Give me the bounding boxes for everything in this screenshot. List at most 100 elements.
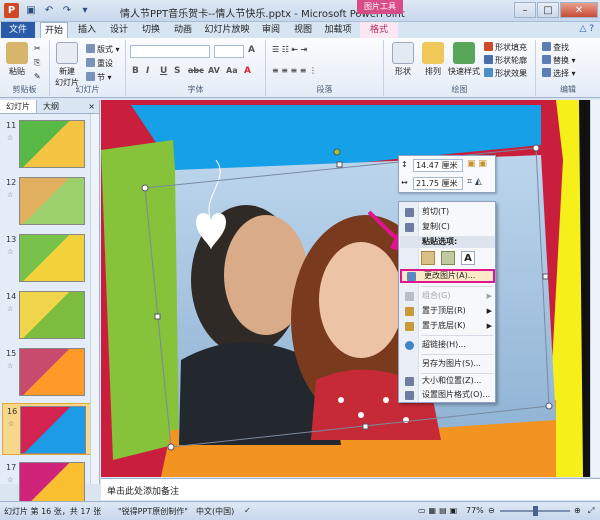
redo-icon[interactable]: ↷	[60, 4, 74, 18]
width-input[interactable]: 21.75 厘米	[413, 177, 463, 190]
menu-item-copy[interactable]: 复制(C)	[400, 220, 495, 234]
tab-review[interactable]: 审阅	[258, 22, 284, 38]
menu-item-hyperlink[interactable]: 超链接(H)...	[400, 338, 495, 352]
save-icon[interactable]: ▣	[24, 4, 38, 18]
group-label: 绘图	[451, 85, 468, 94]
slide-preview	[19, 177, 85, 225]
font-size-combo[interactable]	[214, 45, 244, 58]
qat-dropdown-icon[interactable]: ▾	[78, 4, 92, 18]
paste-picture-icon[interactable]	[441, 251, 455, 265]
fit-window-icon[interactable]: ⤢	[588, 506, 594, 516]
tab-outline[interactable]: 大纲	[37, 100, 65, 113]
grow-font-icon[interactable]: A	[248, 45, 255, 55]
menu-item-bring-to-front[interactable]: 置于顶层(R) ▶	[400, 304, 495, 318]
reset-button[interactable]: 重设	[86, 58, 113, 69]
tab-view[interactable]: 视图	[290, 22, 316, 38]
paste-text-only-icon[interactable]: A	[461, 251, 475, 265]
font-color-button[interactable]: A	[244, 66, 251, 76]
slide-thumbnail[interactable]: 15 ☆	[2, 346, 96, 398]
italic-button[interactable]: I	[146, 66, 149, 76]
paste-button[interactable]: 粘贴	[2, 42, 32, 77]
underline-button[interactable]: U	[160, 66, 167, 76]
shapes-button[interactable]: 形状	[388, 42, 418, 77]
tab-transitions[interactable]: 切换	[138, 22, 164, 38]
spacing-button[interactable]: AV	[208, 66, 220, 75]
format-painter-icon[interactable]: ✎	[34, 72, 41, 81]
bring-forward-icon[interactable]: ▣ ▣	[467, 159, 487, 169]
select-button[interactable]: 选择 ▾	[542, 68, 576, 79]
slide-thumbnail[interactable]: 14 ☆	[2, 289, 96, 341]
tab-addins[interactable]: 加载项	[322, 22, 354, 38]
resize-handle[interactable]	[545, 402, 553, 410]
tab-slideshow[interactable]: 幻灯片放映	[202, 22, 252, 38]
powerpoint-icon[interactable]: P	[4, 3, 19, 18]
minimize-button[interactable]: –	[514, 2, 536, 18]
slide-thumbnail[interactable]: 13 ☆	[2, 232, 96, 284]
pane-scrollbar[interactable]	[90, 114, 99, 484]
resize-handle[interactable]	[542, 273, 549, 280]
shape-effects-button[interactable]: 形状效果	[484, 68, 527, 79]
layout-button[interactable]: 版式 ▾	[86, 44, 120, 55]
zoom-level[interactable]: 77%	[466, 506, 484, 515]
view-buttons[interactable]: ▭▦▤▣	[418, 506, 460, 515]
resize-handle[interactable]	[362, 423, 369, 430]
zoom-out-icon[interactable]: ⊖	[488, 506, 495, 515]
change-case-button[interactable]: Aa	[226, 66, 238, 75]
shape-fill-button[interactable]: 形状填充	[484, 42, 527, 53]
spell-check-icon[interactable]: ✓	[244, 506, 251, 515]
tab-design[interactable]: 设计	[106, 22, 132, 38]
tab-home[interactable]: 开始	[40, 22, 68, 38]
close-pane-icon[interactable]: ×	[84, 100, 99, 113]
find-button[interactable]: 查找	[542, 42, 569, 53]
tab-insert[interactable]: 插入	[74, 22, 100, 38]
menu-item-size-position[interactable]: 大小和位置(Z)...	[400, 374, 495, 388]
menu-item-cut[interactable]: 剪切(T)	[400, 205, 495, 219]
section-button[interactable]: 节 ▾	[86, 72, 112, 83]
tab-slides[interactable]: 幻灯片	[0, 100, 37, 113]
align-icon[interactable]: ≡ ≡ ≡ ≡ ⋮	[272, 66, 317, 75]
undo-icon[interactable]: ↶	[42, 4, 56, 18]
zoom-in-icon[interactable]: ⊕	[574, 506, 581, 515]
bullets-icon[interactable]: ☰ ☷ ⇤ ⇥	[272, 45, 307, 54]
menu-item-send-to-back[interactable]: 置于底层(K) ▶	[400, 319, 495, 333]
slide-thumbnail[interactable]: 11 ☆	[2, 118, 96, 170]
canvas-scrollbar[interactable]	[590, 100, 600, 477]
crop-icon[interactable]: ⌗ ◭	[467, 177, 482, 187]
quick-styles-button[interactable]: 快速样式	[446, 42, 482, 77]
help-icon[interactable]: △ ?	[579, 24, 594, 34]
shadow-button[interactable]: S	[174, 66, 180, 76]
resize-handle[interactable]	[532, 144, 540, 152]
tab-format[interactable]: 格式	[360, 22, 398, 38]
resize-handle[interactable]	[336, 161, 343, 168]
strikethrough-button[interactable]: abc	[188, 66, 204, 75]
zoom-slider-thumb[interactable]	[533, 506, 538, 516]
menu-item-change-picture[interactable]: 更改图片(A)...	[400, 269, 495, 283]
font-name-combo[interactable]	[130, 45, 210, 58]
slide-thumbnail[interactable]: 12 ☆	[2, 175, 96, 227]
resize-handle[interactable]	[141, 184, 149, 192]
tab-animations[interactable]: 动画	[170, 22, 196, 38]
maximize-button[interactable]: □	[537, 2, 559, 18]
paste-keep-format-icon[interactable]	[421, 251, 435, 265]
shape-outline-button[interactable]: 形状轮廓	[484, 55, 527, 66]
tab-file[interactable]: 文件	[1, 22, 35, 38]
menu-item-format-picture[interactable]: 设置图片格式(O)...	[400, 388, 495, 402]
language[interactable]: 中文(中国)	[196, 506, 234, 517]
menu-item-save-as-picture[interactable]: 另存为图片(S)...	[400, 357, 495, 371]
resize-handle[interactable]	[154, 313, 161, 320]
copy-icon[interactable]: ⎘	[34, 58, 40, 68]
slide-thumbnail[interactable]: 16 ☆	[2, 403, 96, 455]
new-slide-button[interactable]: 新建 幻灯片	[52, 42, 82, 88]
arrange-button[interactable]: 排列	[418, 42, 448, 77]
height-input[interactable]: 14.47 厘米	[413, 159, 463, 172]
theme-name[interactable]: "锐得PPT原创制作"	[118, 506, 188, 517]
cut-icon[interactable]: ✂	[34, 44, 41, 53]
slide-canvas[interactable]	[101, 100, 590, 477]
rotate-handle[interactable]	[333, 148, 341, 156]
hyperlink-icon	[405, 341, 414, 350]
replace-button[interactable]: 替换 ▾	[542, 55, 576, 66]
notes-pane[interactable]: 单击此处添加备注	[101, 478, 600, 500]
close-button[interactable]: ✕	[560, 2, 598, 18]
bold-button[interactable]: B	[132, 66, 139, 76]
resize-handle[interactable]	[167, 443, 175, 451]
